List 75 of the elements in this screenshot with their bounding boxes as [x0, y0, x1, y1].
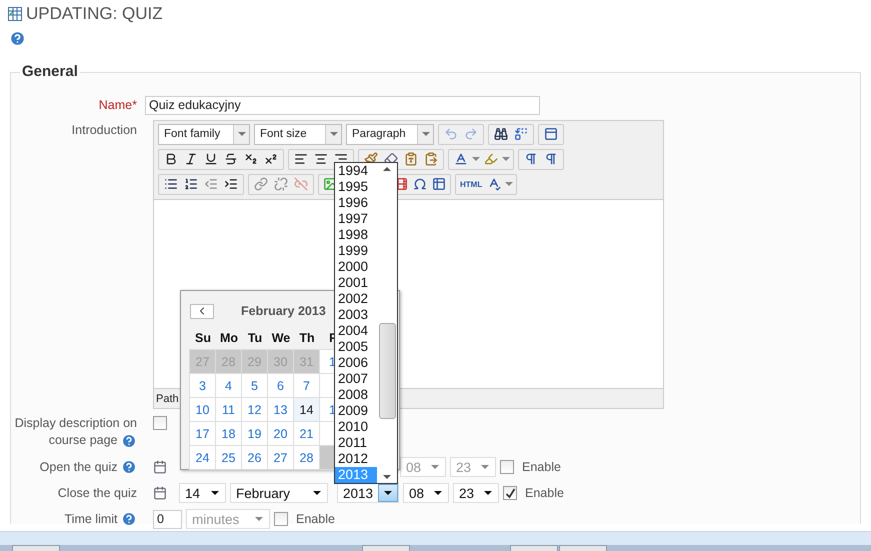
calendar-day[interactable]: 18	[215, 421, 242, 446]
year-option[interactable]: 2007	[335, 371, 377, 387]
field-label: Time limit	[11, 510, 145, 528]
year-option[interactable]: 1997	[335, 211, 377, 227]
calendar-day[interactable]: 19	[241, 421, 268, 446]
calendar-day[interactable]: 21	[293, 421, 320, 446]
calendar-day[interactable]: 25	[215, 445, 242, 470]
calendar-day[interactable]: 27	[267, 445, 294, 470]
field-label: Close the quiz	[56, 484, 138, 502]
year-option[interactable]: 2001	[335, 275, 377, 291]
year-option[interactable]: 1998	[335, 227, 377, 243]
help-icon[interactable]	[121, 511, 137, 528]
html-button[interactable]: HTML	[458, 180, 484, 188]
weekday-label: Mo	[218, 330, 240, 347]
font-size-select[interactable]: Font size	[254, 124, 342, 144]
calendar-day[interactable]: 6	[267, 373, 294, 398]
field-label: Introduction	[70, 122, 138, 139]
year-option[interactable]: 1999	[335, 243, 377, 259]
calendar-day[interactable]: 14	[293, 397, 320, 422]
calendar-day[interactable]: 13	[267, 397, 294, 422]
checkbox[interactable]	[153, 416, 167, 430]
calendar-day[interactable]: 3	[189, 373, 216, 398]
checkbox[interactable]	[274, 512, 288, 526]
checkbox[interactable]	[500, 460, 514, 474]
calendar-day[interactable]: 17	[189, 421, 216, 446]
year-option[interactable]: 1994	[335, 163, 377, 179]
format-select[interactable]: Paragraph	[346, 124, 434, 144]
calendar-day[interactable]: 7	[293, 373, 320, 398]
calendar-day[interactable]: 26	[241, 445, 268, 470]
page-title: UPDATING: QUIZ	[26, 4, 163, 24]
field-label: Open the quiz	[11, 458, 145, 476]
field-label: Display description on course page	[14, 415, 138, 449]
calendar-day[interactable]: 5	[241, 373, 268, 398]
path-label: Path	[156, 392, 179, 404]
calendar-day[interactable]: 24	[189, 445, 216, 470]
font-family-select[interactable]: Font family	[158, 124, 250, 144]
calendar-day[interactable]: 20	[267, 421, 294, 446]
year-option[interactable]: 2004	[335, 323, 377, 339]
dropdown-select[interactable]: 14	[179, 483, 226, 503]
year-option[interactable]: 2012	[335, 451, 377, 467]
help-icon[interactable]	[121, 432, 137, 449]
field-label: Name*	[98, 96, 138, 114]
dropdown-select[interactable]: 2013	[337, 483, 399, 503]
year-option[interactable]: 2002	[335, 291, 377, 307]
weekday-label: Su	[194, 330, 212, 347]
year-option[interactable]: 2011	[335, 435, 377, 451]
enable-label: Enable	[525, 486, 564, 500]
help-icon[interactable]	[9, 30, 26, 48]
section-legend: General	[20, 63, 80, 80]
calendar-title: February 2013	[241, 304, 326, 318]
weekday-label: Tu	[246, 330, 264, 347]
year-option[interactable]: 2010	[335, 419, 377, 435]
year-option[interactable]: 2000	[335, 259, 377, 275]
year-option[interactable]: 1996	[335, 195, 377, 211]
name-input[interactable]: Quiz edukacyjny	[145, 96, 540, 114]
enable-label: Enable	[296, 512, 335, 526]
calendar-day[interactable]: 12	[241, 397, 268, 422]
checkbox[interactable]	[503, 486, 517, 500]
calendar-day[interactable]: 28	[293, 445, 320, 470]
calendar-day[interactable]: 11	[215, 397, 242, 422]
calendar-day[interactable]: 10	[189, 397, 216, 422]
time-input[interactable]: 0	[153, 510, 182, 528]
previous-month-button[interactable]	[190, 304, 214, 318]
calendar-icon[interactable]	[153, 460, 167, 474]
weekday-label: We	[270, 330, 292, 347]
quiz-icon	[8, 6, 22, 20]
calendar-day[interactable]: 4	[215, 373, 242, 398]
enable-label: Enable	[522, 460, 561, 474]
dropdown-select[interactable]: 23	[453, 483, 499, 503]
weekday-label: Th	[298, 330, 316, 347]
help-icon[interactable]	[121, 459, 137, 476]
dropdown-select[interactable]: 08	[403, 483, 449, 503]
year-option[interactable]: 2003	[335, 307, 377, 323]
calendar-icon[interactable]	[153, 486, 167, 500]
dropdown-select[interactable]: February	[230, 483, 328, 503]
